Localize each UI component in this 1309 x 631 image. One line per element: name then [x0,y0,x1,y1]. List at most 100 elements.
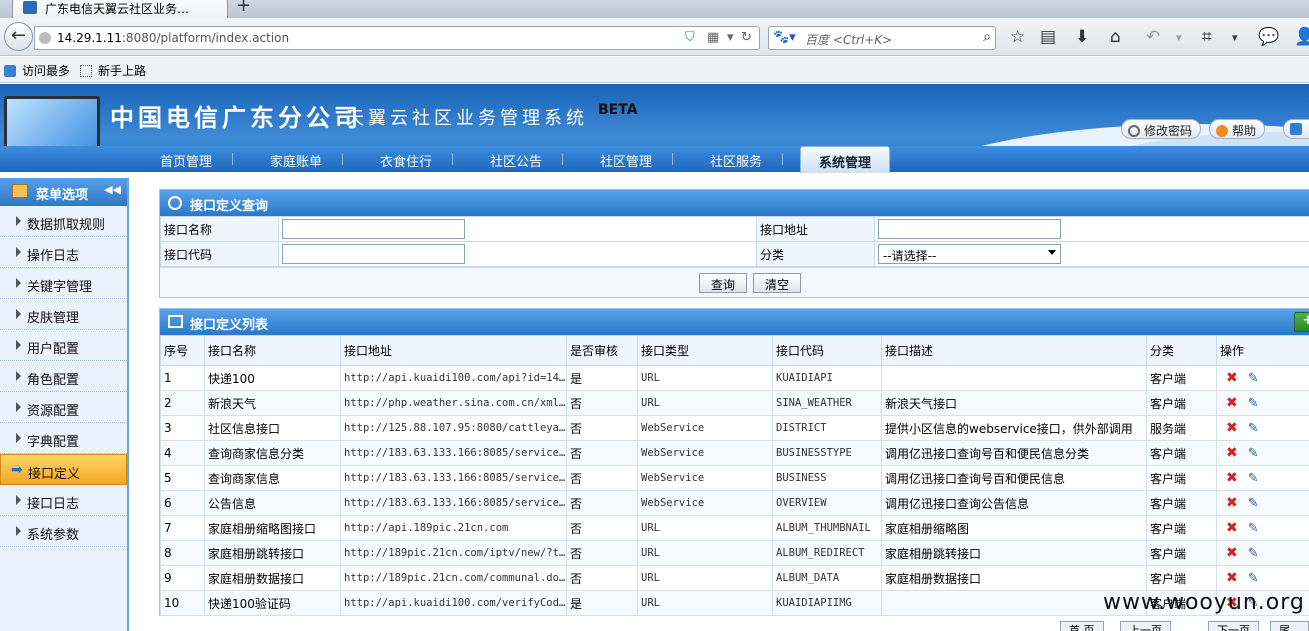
change-password-button[interactable]: 修改密码 [1121,119,1202,139]
site-favicon-icon [23,1,37,14]
edit-icon[interactable]: ✎ [1248,521,1259,536]
edit-icon[interactable]: ✎ [1248,371,1259,386]
shield-icon[interactable]: ⛉ [685,30,695,45]
delete-icon[interactable]: ✖ [1226,470,1238,486]
nav-community-notice[interactable]: 社区公告 [490,151,542,170]
home-icon[interactable]: ⌂ [1110,27,1121,47]
sidebar-item-user-config[interactable]: 用户配置 [0,330,127,361]
table-row: 8 家庭相册跳转接口 http://189pic.21cn.com/iptv/new… [160,540,1309,566]
pager-first-button[interactable]: 首 页 [1060,621,1104,631]
delete-icon[interactable]: ✖ [1226,370,1238,386]
browser-tab[interactable]: 广东电信天翼云社区业务… [12,0,228,18]
edit-icon[interactable]: ✎ [1248,446,1259,461]
sidebar-item-skin-management[interactable]: 皮肤管理 [0,299,127,330]
crop-dropdown-icon[interactable]: ▾ [1232,31,1238,44]
interface-table: 序号 接口名称 接口地址 是否审核 接口类型 接口代码 接口描述 分类 操作 1… [160,335,1309,616]
sidebar-item-operation-log[interactable]: 操作日志 [0,237,127,268]
add-interface-button[interactable]: + [1294,312,1309,332]
table-cell: 10 [160,590,205,616]
table-cell: 否 [566,515,638,541]
main-nav: 首页管理 家庭账单 衣食住行 社区公告 社区管理 社区服务 系统管理 [0,146,1309,173]
table-cell: URL [637,565,773,591]
table-cell: SINA_WEATHER [772,390,882,416]
undo-dropdown-icon[interactable]: ▾ [1176,31,1182,44]
col-header: 接口描述 [881,335,1147,366]
triangle-icon [16,278,21,288]
nav-community-management[interactable]: 社区管理 [600,151,652,170]
address-url[interactable]: 14.29.1.11:8080/platform/index.action [57,31,289,45]
sidebar-item-resource-config[interactable]: 资源配置 [0,392,127,423]
collapse-sidebar-icon[interactable]: ◀◀ [104,183,121,196]
col-header: 是否审核 [566,335,638,366]
user-icon[interactable]: 👤 [1294,27,1309,47]
pager-last-button[interactable]: 尾页 [1270,621,1309,631]
nav-community-service[interactable]: 社区服务 [710,151,762,170]
chat-bubble-icon[interactable]: 💬 [1258,27,1279,47]
edit-icon[interactable]: ✎ [1248,396,1259,411]
sidebar-item-interface-log[interactable]: 接口日志 [0,485,127,516]
nav-home-management[interactable]: 首页管理 [160,151,212,170]
chevron-down-icon [1048,250,1056,255]
clear-button[interactable]: 清空 [753,273,801,293]
qr-code-icon[interactable]: ▦ [707,30,719,45]
crop-icon[interactable]: ⌗ [1202,27,1212,47]
sidebar-item-dictionary-config[interactable]: 字典配置 [0,423,127,454]
sidebar-item-role-config[interactable]: 角色配置 [0,361,127,392]
pager-prev-button[interactable]: 上一页 [1120,621,1171,631]
table-cell: 7 [160,515,205,541]
edit-icon[interactable]: ✎ [1248,496,1259,511]
search-box[interactable]: 🐾▾ 百度 <Ctrl+K> ⌕ [768,26,996,50]
new-tab-plus-icon[interactable]: + [236,0,251,16]
pager-next-button[interactable]: 下一页 [1208,621,1259,631]
list-icon [168,315,183,328]
back-arrow-icon[interactable]: ← [4,22,33,51]
sidebar-item-keyword-management[interactable]: 关键字管理 [0,268,127,299]
delete-icon[interactable]: ✖ [1226,545,1238,561]
nav-system-management[interactable]: 系统管理 [800,146,890,173]
search-placeholder: 百度 <Ctrl+K> [805,33,893,47]
sidebar-item-data-crawl-rules[interactable]: 数据抓取规则 [0,206,127,237]
monitor-button[interactable] [1283,119,1309,139]
actions-cell: ✖ ✎ [1216,390,1309,416]
edit-icon[interactable]: ✎ [1248,571,1259,586]
delete-icon[interactable]: ✖ [1226,420,1238,436]
nav-family-bill[interactable]: 家庭账单 [270,151,322,170]
search-icon[interactable]: ⌕ [983,29,991,45]
table-cell: 否 [566,390,638,416]
baidu-paw-icon[interactable]: 🐾▾ [773,30,796,45]
sidebar-item-system-parameters[interactable]: 系统参数 [0,516,127,547]
help-button[interactable]: 帮助 [1209,119,1266,139]
delete-icon[interactable]: ✖ [1226,395,1238,411]
reading-list-icon[interactable]: ▤ [1040,27,1056,47]
table-cell: http://125.88.107.95:8080/cattleya… [340,415,567,441]
bookmark-most-visited[interactable]: 访问最多 [4,62,70,79]
table-cell: URL [637,590,773,616]
nav-separator [452,153,453,165]
delete-icon[interactable]: ✖ [1226,570,1238,586]
table-cell: 6 [160,490,205,516]
table-header-row: 序号 接口名称 接口地址 是否审核 接口类型 接口代码 接口描述 分类 操作 [160,335,1309,366]
bookmark-getting-started[interactable]: 新手上路 [80,62,146,79]
star-bookmark-icon[interactable]: ☆ [1010,27,1025,47]
search-button[interactable]: 查询 [699,273,747,293]
delete-icon[interactable]: ✖ [1226,445,1238,461]
interface-address-input[interactable] [878,219,1061,239]
delete-icon[interactable]: ✖ [1226,520,1238,536]
sidebar-title: 菜单选项 [36,188,89,203]
reload-icon[interactable]: ↻ [741,30,752,45]
delete-icon[interactable]: ✖ [1226,495,1238,511]
undo-icon[interactable]: ↶ [1146,27,1160,47]
nav-living[interactable]: 衣食住行 [380,151,432,170]
edit-icon[interactable]: ✎ [1248,421,1259,436]
sidebar-item-interface-definition[interactable]: ➡ 接口定义 [0,454,127,485]
interface-name-input[interactable] [282,219,465,239]
address-bar[interactable]: 14.29.1.11:8080/platform/index.action ⛉ … [34,26,760,50]
edit-icon[interactable]: ✎ [1248,471,1259,486]
dropdown-arrow-icon[interactable]: ▾ [727,30,734,45]
edit-icon[interactable]: ✎ [1248,546,1259,561]
table-cell: WebService [637,490,773,516]
category-select[interactable]: --请选择-- [878,244,1061,264]
download-icon[interactable]: ⬇ [1075,27,1089,47]
code-label: 接口代码 [160,241,279,267]
interface-code-input[interactable] [282,244,465,264]
